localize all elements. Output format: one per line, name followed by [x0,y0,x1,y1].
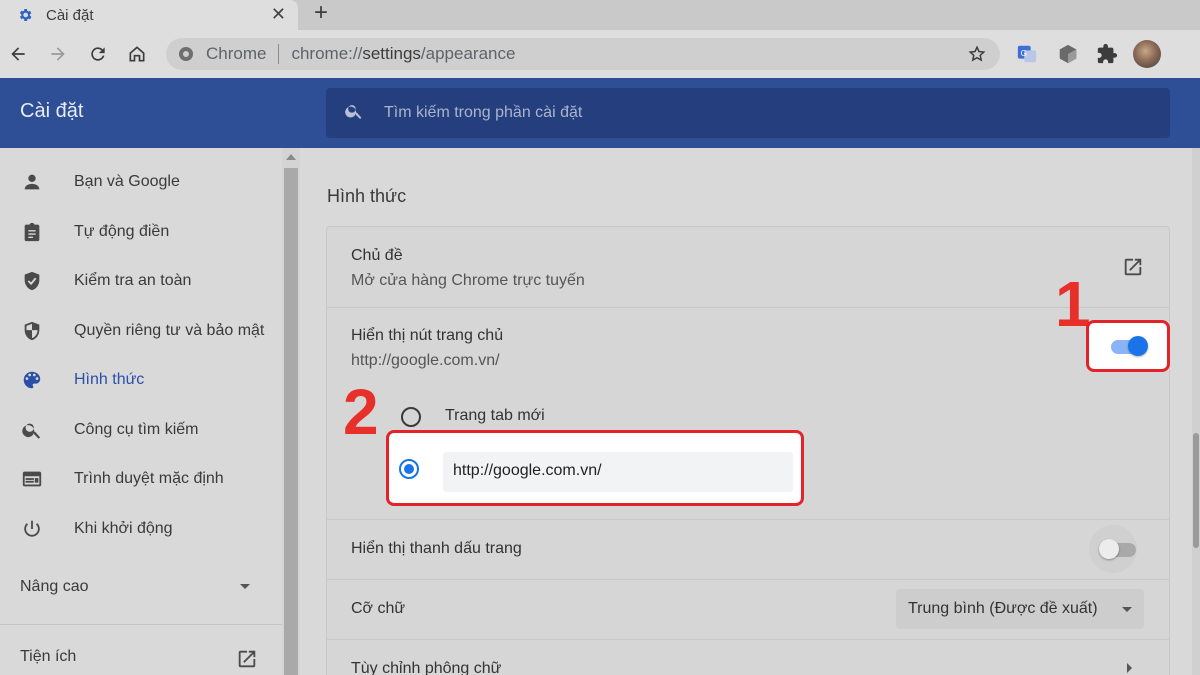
main-scrollbar[interactable] [1192,148,1200,675]
customize-fonts-title[interactable]: Tùy chỉnh phông chữ [351,660,501,675]
shield-check-icon [20,269,44,293]
forward-button[interactable] [46,42,70,66]
annotation-box-toggle [1086,320,1170,372]
sidebar-item-label: Công cụ tìm kiếm [74,421,199,438]
sidebar-item-label: Trình duyệt mặc định [74,470,224,487]
browser-icon [20,467,44,491]
tab-settings[interactable]: Cài đặt ✕ [0,0,298,30]
font-size-select[interactable]: Trung bình (Được đề xuất) [896,589,1144,629]
radio-custom-url[interactable] [399,459,419,479]
row-divider [327,307,1169,308]
power-icon [20,517,44,541]
search-icon [344,101,364,126]
sidebar-item-label: Hình thức [74,371,145,388]
tab-close-button[interactable]: ✕ [271,4,286,25]
settings-sidebar: Bạn và Google Tự động điền Kiểm tra an t… [0,148,282,675]
sidebar-item-appearance[interactable]: Hình thức [0,360,282,400]
browser-toolbar: Chrome chrome://settings/appearance G [0,30,1200,78]
translate-extension-icon[interactable]: G [1016,43,1038,70]
forward-arrow-icon [51,47,65,61]
home-button-title: Hiển thị nút trang chủ [351,327,504,344]
page-title: Cài đặt [20,100,84,122]
home-button-subtitle: http://google.com.vn/ [351,352,500,369]
sidebar-advanced[interactable]: Nâng cao [20,578,89,596]
sidebar-item-autofill[interactable]: Tự động điền [0,212,282,252]
search-icon [20,418,44,442]
radio-selected-dot [404,464,414,474]
sidebar-item-safety-check[interactable]: Kiểm tra an toàn [0,261,282,301]
chevron-right-icon[interactable] [1127,663,1132,673]
row-divider [327,579,1169,580]
tab-strip: Cài đặt ✕ + [0,0,1200,30]
profile-avatar[interactable] [1133,40,1161,68]
settings-search-input[interactable]: Tìm kiếm trong phần cài đặt [326,88,1170,138]
bookmarks-bar-toggle[interactable] [1099,537,1139,561]
address-bar[interactable]: Chrome chrome://settings/appearance [166,38,1000,70]
home-button-toggle[interactable] [1108,334,1148,358]
clipboard-icon [20,220,44,244]
palette-icon [20,368,44,392]
reload-icon [91,47,105,61]
theme-subtitle: Mở cửa hàng Chrome trực tuyến [351,272,585,289]
sidebar-item-on-startup[interactable]: Khi khởi động [0,509,282,549]
back-arrow-icon [11,47,25,61]
sidebar-item-label: Quyền riêng tư và bảo mật [74,322,265,339]
scroll-up-arrow-icon[interactable] [286,154,296,160]
sidebar-divider [0,624,282,625]
section-title: Hình thức [327,186,407,206]
gear-icon [16,6,34,24]
annotation-step-2: 2 [343,376,379,448]
bookmark-star-icon[interactable] [968,45,986,68]
sidebar-item-label: Kiểm tra an toàn [74,272,192,289]
svg-text:G: G [1021,49,1027,58]
omnibox-separator [278,44,280,64]
font-size-title: Cỡ chữ [351,600,406,617]
sidebar-extensions[interactable]: Tiện ích [20,648,76,666]
bookmarks-bar-title: Hiển thị thanh dấu trang [351,540,522,557]
site-label: Chrome [206,44,267,63]
tab-title: Cài đặt [46,6,94,24]
annotation-box-url: http://google.com.vn/ [386,430,804,506]
person-icon [20,170,44,194]
sidebar-item-you-and-google[interactable]: Bạn và Google [0,162,282,202]
chrome-site-icon [178,46,194,62]
sidebar-scrollbar-thumb[interactable] [284,168,298,675]
sidebar-item-default-browser[interactable]: Trình duyệt mặc định [0,459,282,499]
row-divider [327,519,1169,520]
sidebar-item-label: Khi khởi động [74,520,173,537]
reload-button[interactable] [86,42,110,66]
font-size-selected: Trung bình (Được đề xuất) [908,600,1098,617]
new-tab-button[interactable]: + [314,0,328,30]
sidebar-item-label: Tự động điền [74,223,170,240]
sidebar-scrollbar[interactable] [282,148,300,675]
extension-cube-icon[interactable] [1057,43,1079,70]
back-button[interactable] [6,42,30,66]
url-text: chrome://settings/appearance [291,44,516,63]
open-in-new-icon[interactable] [236,648,258,675]
sidebar-item-search-engine[interactable]: Công cụ tìm kiếm [0,410,282,450]
chevron-down-icon[interactable] [240,584,250,589]
home-button[interactable] [125,42,149,66]
custom-url-value: http://google.com.vn/ [453,462,602,479]
dropdown-arrow-icon [1122,607,1132,612]
search-placeholder: Tìm kiếm trong phần cài đặt [384,104,583,121]
settings-main: Hình thức Chủ đề Mở cửa hàng Chrome trực… [300,148,1200,675]
open-in-new-icon[interactable] [1122,256,1144,283]
theme-title: Chủ đề [351,247,403,264]
main-scrollbar-thumb[interactable] [1193,433,1199,548]
sidebar-item-label: Bạn và Google [74,173,180,190]
custom-url-input[interactable]: http://google.com.vn/ [443,452,793,492]
extensions-puzzle-icon[interactable] [1096,43,1118,70]
radio-new-tab-label: Trang tab mới [445,407,545,424]
row-divider [327,639,1169,640]
settings-header: Cài đặt Tìm kiếm trong phần cài đặt [0,78,1200,148]
home-icon [129,46,145,62]
sidebar-item-privacy-security[interactable]: Quyền riêng tư và bảo mật [0,311,282,351]
shield-icon [20,319,44,343]
radio-new-tab-page[interactable] [401,407,421,427]
